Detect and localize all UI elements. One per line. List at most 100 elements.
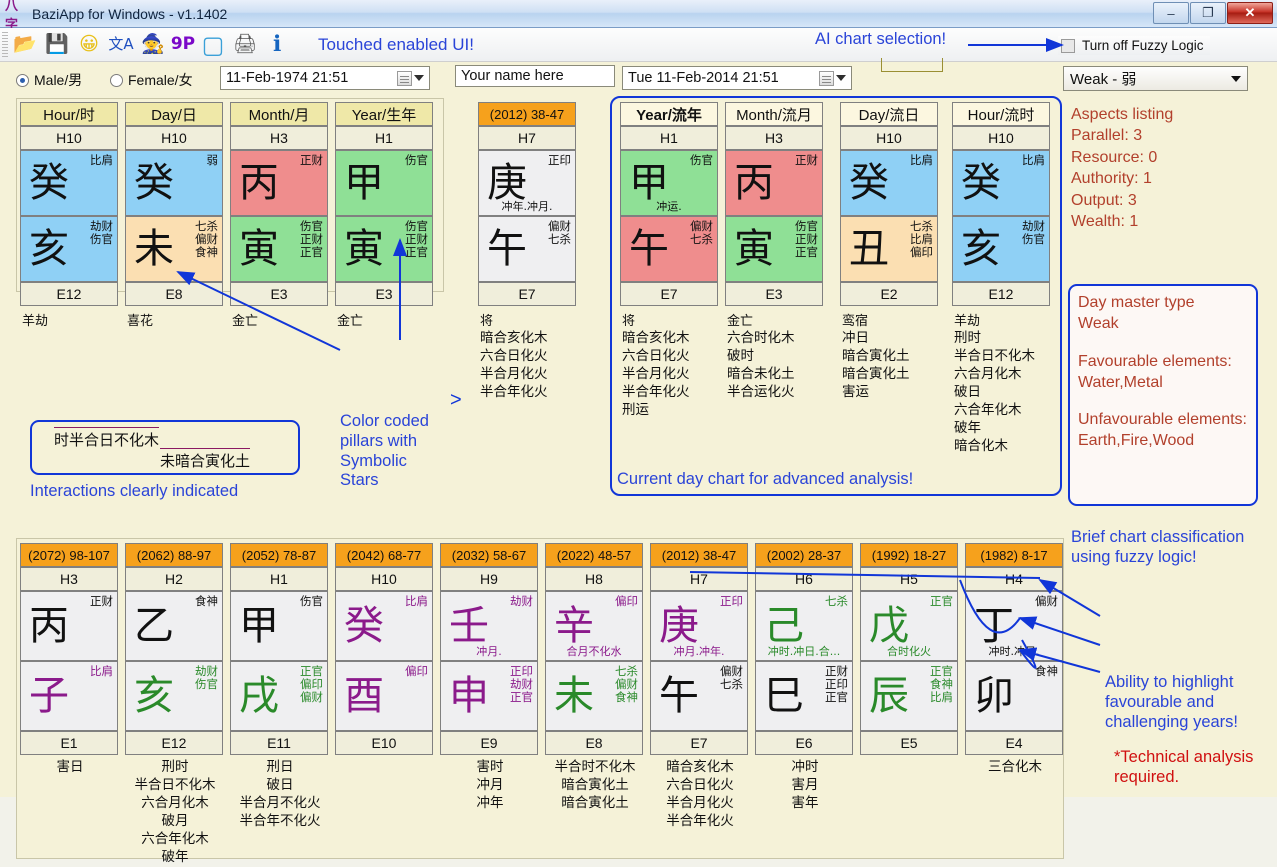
pillar[interactable]: Day/日 H10 癸弱未七杀 偏财 食神 E8 xyxy=(125,102,223,306)
pillar[interactable]: Year/流年 H1 甲伤官 冲运. 午偏财 七杀 E7 xyxy=(620,102,718,306)
pillar-heavenly-number: H6 xyxy=(755,567,853,591)
minimize-button[interactable]: – xyxy=(1153,2,1189,24)
pillar-heavenly-stem[interactable]: 癸 比肩 xyxy=(335,591,433,661)
pillar-earthly-branch[interactable]: 午偏财 七杀 xyxy=(650,661,748,731)
pillar-earthly-branch[interactable]: 寅伤官 正财 正官 xyxy=(230,216,328,282)
pillar[interactable]: (2042) 68-77 H10 癸 比肩酉 偏印 E10 xyxy=(335,543,433,755)
radio-dot-male[interactable] xyxy=(16,73,29,87)
birth-date-picker-button[interactable] xyxy=(397,70,424,86)
pillar[interactable]: (2032) 58-67 H9 壬劫财 冲月. 申正印 劫财 正官 E9 xyxy=(440,543,538,755)
radio-dot-female[interactable] xyxy=(110,73,123,87)
pillar-heavenly-stem[interactable]: 乙 食神 xyxy=(125,591,223,661)
pillar[interactable]: (1992) 18-27 H5 戊正官 合时化火辰正官 食神 比肩 E5 xyxy=(860,543,958,755)
pillar-heavenly-stem[interactable]: 甲 伤官 冲运. xyxy=(620,150,718,216)
pillar[interactable]: Hour/时 H10 癸比肩亥劫财 伤官 E12 xyxy=(20,102,118,306)
pillar-heavenly-stem[interactable]: 甲 伤官 xyxy=(335,150,433,216)
pillar-heavenly-stem[interactable]: 丙 正财 xyxy=(725,150,823,216)
pillar[interactable]: Day/流日 H10 癸比肩丑七杀 比肩 偏印 E2 xyxy=(840,102,938,306)
new-window-icon[interactable]: ▢ xyxy=(198,30,228,60)
strength-select[interactable]: Weak - 弱 xyxy=(1063,66,1248,91)
aspect-row: Output: 3 xyxy=(1071,190,1271,211)
pillar-heavenly-stem[interactable]: 癸 比肩 xyxy=(952,150,1050,216)
pillar-heavenly-stem[interactable]: 戊 正官 合时化火 xyxy=(860,591,958,661)
pillar-heavenly-stem[interactable]: 癸 比肩 xyxy=(20,150,118,216)
touch-ui-note: Touched enabled UI! xyxy=(318,34,474,54)
name-input[interactable]: Your name here xyxy=(455,65,615,87)
pillar-earthly-branch[interactable]: 亥劫财 伤官 xyxy=(125,661,223,731)
toolbar-grip[interactable] xyxy=(2,31,8,58)
pillar-heavenly-stem[interactable]: 丙 正财 xyxy=(20,591,118,661)
branch-character: 亥 xyxy=(29,226,69,272)
pillar[interactable]: (2012) 38-47 H7 庚正印 冲年.冲月. 午偏财 七杀 E7 xyxy=(478,102,576,306)
pillar-heavenly-stem[interactable]: 己 七杀 冲时.冲日.合... xyxy=(755,591,853,661)
pillar[interactable]: Hour/流时 H10 癸比肩亥劫财 伤官 E12 xyxy=(952,102,1050,306)
pillar-heavenly-stem[interactable]: 甲 伤官 xyxy=(230,591,328,661)
pillar-earthly-branch[interactable]: 午偏财 七杀 xyxy=(478,216,576,282)
pillar[interactable]: (2002) 28-37 H6 己七杀 冲时.冲日.合... 巳正财 正印 正官 E6 xyxy=(755,543,853,755)
pillar-heavenly-stem[interactable]: 癸 比肩 xyxy=(840,150,938,216)
pillar[interactable]: (2062) 88-97 H2 乙食神亥劫财 伤官 E12 xyxy=(125,543,223,755)
pillar-sub-labels: 食神 xyxy=(1035,664,1058,678)
save-icon[interactable]: 💾 xyxy=(42,30,72,60)
close-button[interactable]: ✕ xyxy=(1227,2,1273,24)
pillar-header: (2012) 38-47 xyxy=(478,102,576,126)
open-folder-icon[interactable]: 📂 xyxy=(10,30,40,60)
pillar-earthly-branch[interactable]: 未七杀 偏财 食神 xyxy=(125,216,223,282)
calendar-icon[interactable] xyxy=(819,70,834,86)
pillar-heavenly-stem[interactable]: 辛 偏印 合月不化水 xyxy=(545,591,643,661)
nine-pillars-icon[interactable]: 9P xyxy=(170,30,196,60)
pillar[interactable]: (2022) 48-57 H8 辛偏印 合月不化水未七杀 偏财 食神 E8 xyxy=(545,543,643,755)
pillar-heavenly-stem[interactable]: 庚 正印 冲年.冲月. xyxy=(478,150,576,216)
smiley-icon[interactable]: 😀 xyxy=(74,30,104,60)
branch-character: 戌 xyxy=(239,673,279,719)
stem-interaction-note: 冲年.冲月. xyxy=(501,200,553,213)
pillar[interactable]: Month/流月 H3 丙正财寅伤官 正财 正官 E3 xyxy=(725,102,823,306)
pillar[interactable]: (1982) 8-17 H4 丁 偏财 冲时.冲日. 卯 食神 E4 xyxy=(965,543,1063,755)
pillar-earthly-branch[interactable]: 卯 食神 xyxy=(965,661,1063,731)
pillar[interactable]: (2072) 98-107 H3 丙 正财子 比肩 E1 xyxy=(20,543,118,755)
pillar-heavenly-stem[interactable]: 丙 正财 xyxy=(230,150,328,216)
pillar-notes: 暗合亥化木 六合日化火 半合月化火 半合年化火 xyxy=(480,330,548,400)
stem-character: 癸 xyxy=(961,160,1001,206)
pillar-heavenly-stem[interactable]: 庚 正印 冲月.冲年. xyxy=(650,591,748,661)
pillar-heavenly-stem[interactable]: 癸弱 xyxy=(125,150,223,216)
pillar-earthly-branch[interactable]: 亥劫财 伤官 xyxy=(952,216,1050,282)
chevron-down-icon[interactable] xyxy=(836,75,846,81)
info-icon[interactable]: ℹ xyxy=(262,30,292,60)
pillar-earthly-branch[interactable]: 寅伤官 正财 正官 xyxy=(725,216,823,282)
female-radio[interactable]: Female/女 xyxy=(110,70,193,90)
current-datetime-input[interactable]: Tue 11-Feb-2014 21:51 xyxy=(622,66,852,90)
pillar-earthly-branch[interactable]: 戌正官 偏印 偏财 xyxy=(230,661,328,731)
pillar-earthly-branch[interactable]: 辰正官 食神 比肩 xyxy=(860,661,958,731)
pillar-earthly-branch[interactable]: 巳正财 正印 正官 xyxy=(755,661,853,731)
pillar-earthly-branch[interactable]: 申正印 劫财 正官 xyxy=(440,661,538,731)
pillar-heavenly-stem[interactable]: 丁 偏财 冲时.冲日. xyxy=(965,591,1063,661)
pillar-earthly-branch[interactable]: 寅伤官 正财 正官 xyxy=(335,216,433,282)
pillar-earthly-branch[interactable]: 未七杀 偏财 食神 xyxy=(545,661,643,731)
chevron-down-icon[interactable] xyxy=(1231,75,1241,82)
pillar-header: (2072) 98-107 xyxy=(20,543,118,567)
pillar-earthly-branch[interactable]: 丑七杀 比肩 偏印 xyxy=(840,216,938,282)
current-date-picker-button[interactable] xyxy=(819,70,846,86)
print-icon[interactable]: 🖨 xyxy=(230,30,260,60)
pillar[interactable]: Year/生年 H1 甲伤官寅伤官 正财 正官 E3 xyxy=(335,102,433,306)
pillar-earthly-branch[interactable]: 子 比肩 xyxy=(20,661,118,731)
calendar-icon[interactable] xyxy=(397,70,412,86)
pillar[interactable]: Month/月 H3 丙正财寅伤官 正财 正官 E3 xyxy=(230,102,328,306)
pillar-heavenly-stem[interactable]: 壬 劫财 冲月. xyxy=(440,591,538,661)
pillar-earthly-branch[interactable]: 酉 偏印 xyxy=(335,661,433,731)
pillar-earthly-branch[interactable]: 午偏财 七杀 xyxy=(620,216,718,282)
translate-icon[interactable]: 文A xyxy=(106,30,136,60)
turn-off-fuzzy-logic-checkbox[interactable]: Turn off Fuzzy Logic xyxy=(1058,36,1210,55)
pillar-heavenly-number: H10 xyxy=(125,126,223,150)
birth-datetime-input[interactable]: 11-Feb-1974 21:51 xyxy=(220,66,430,90)
pillar-heavenly-number: H10 xyxy=(20,126,118,150)
pillar[interactable]: (2052) 78-87 H1 甲伤官戌正官 偏印 偏财 E11 xyxy=(230,543,328,755)
checkbox-box[interactable] xyxy=(1061,38,1075,53)
maximize-button[interactable]: ❐ xyxy=(1190,2,1226,24)
male-radio[interactable]: Male/男 xyxy=(16,70,82,90)
wizard-hat-icon[interactable]: 🧙 xyxy=(138,30,168,60)
pillar-earthly-branch[interactable]: 亥劫财 伤官 xyxy=(20,216,118,282)
pillar[interactable]: (2012) 38-47 H7 庚正印 冲月.冲年. 午偏财 七杀 E7 xyxy=(650,543,748,755)
chevron-down-icon[interactable] xyxy=(414,75,424,81)
